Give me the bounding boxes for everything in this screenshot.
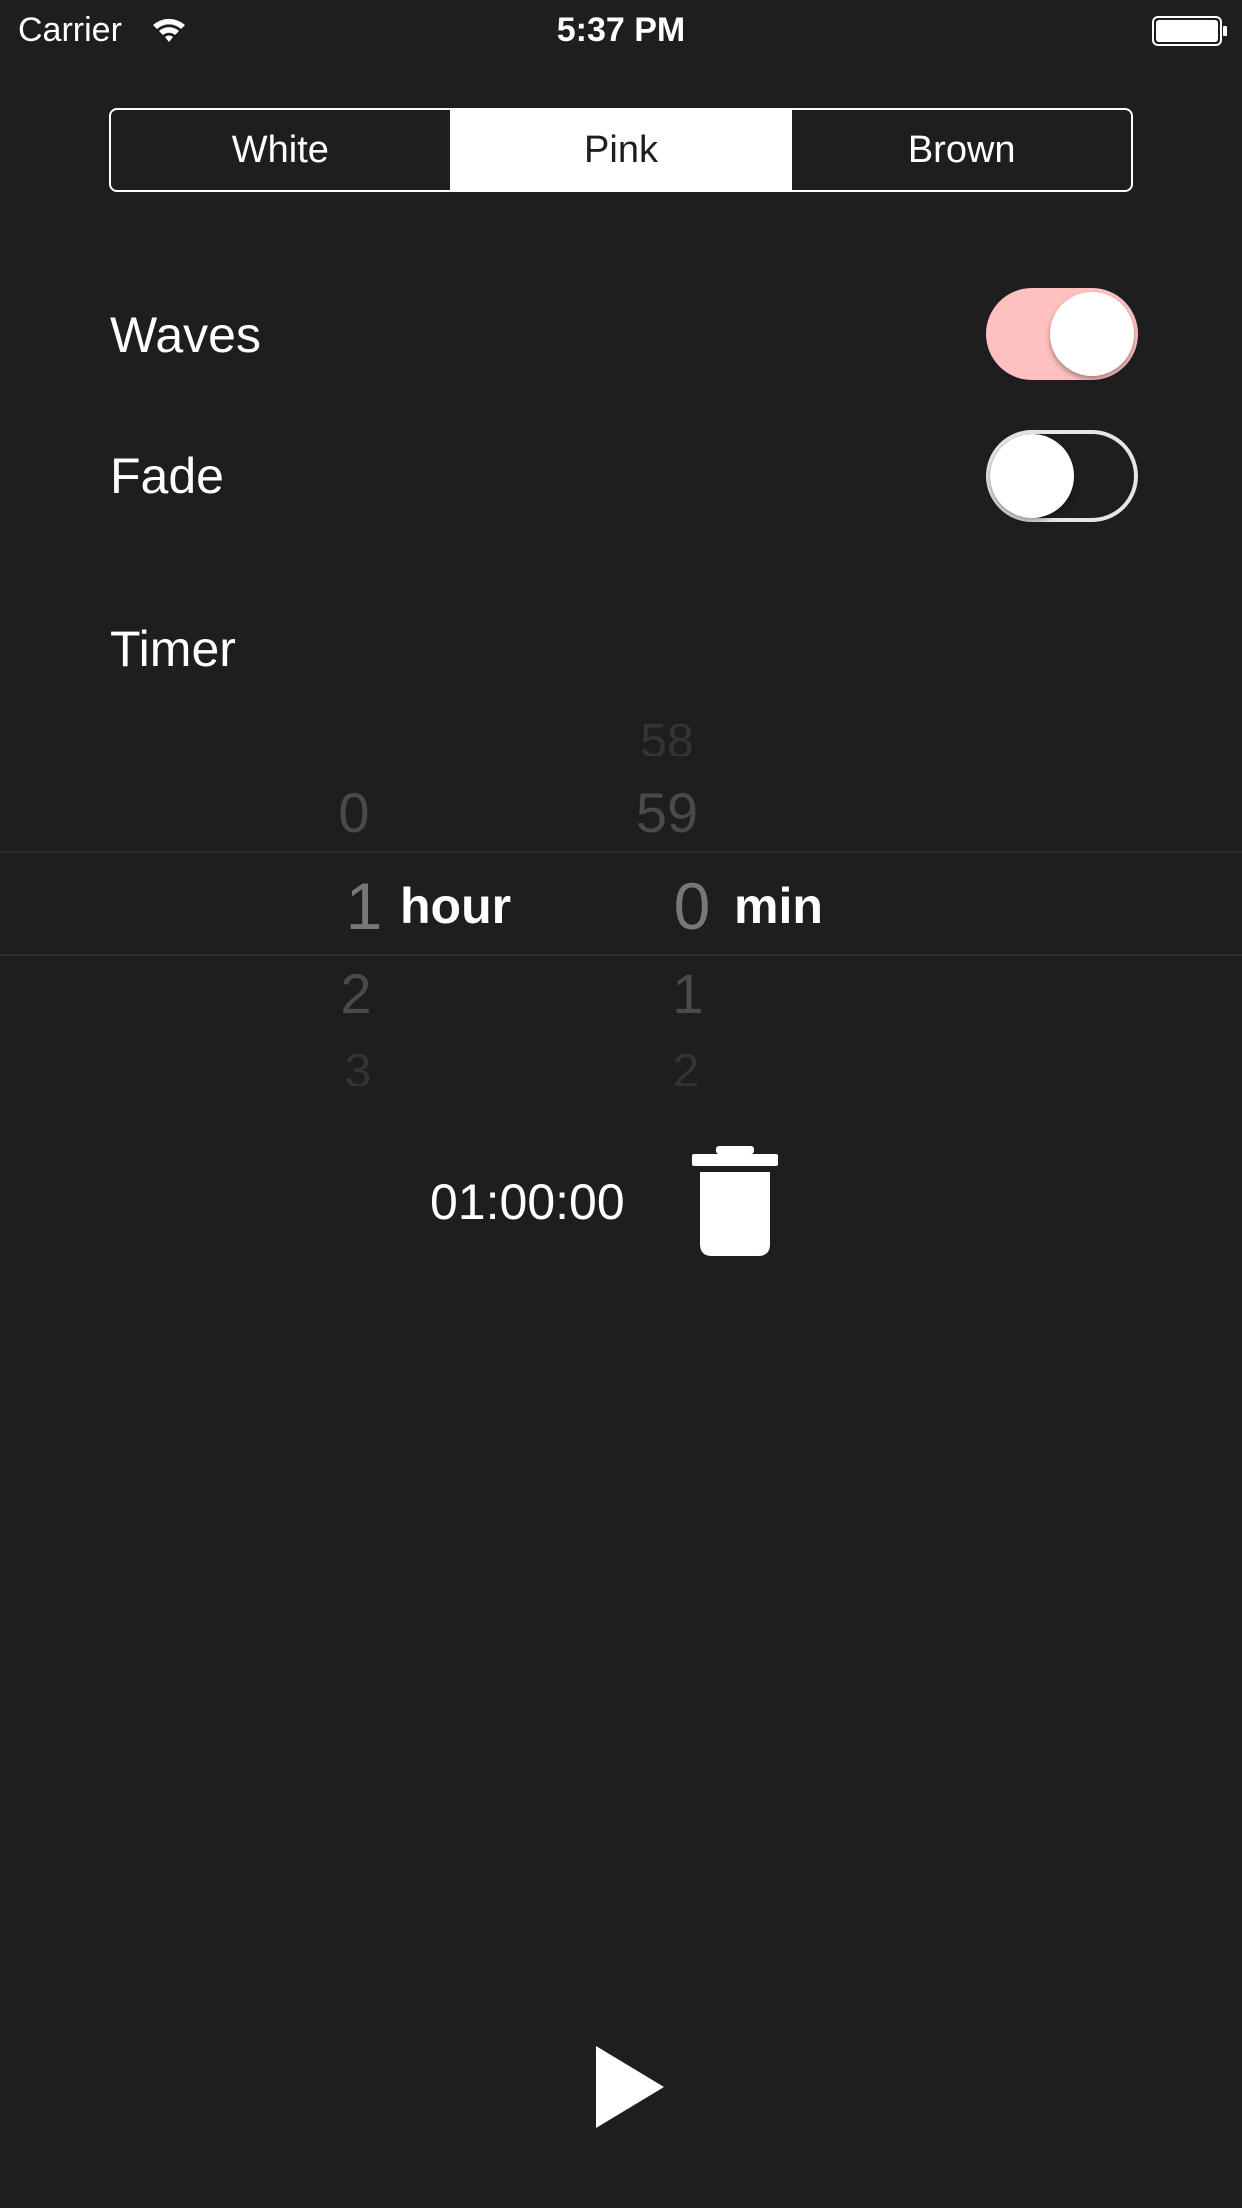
timer-label: Timer [110,621,236,677]
hours-option-below[interactable]: 2 [296,964,416,1024]
waves-label: Waves [110,307,261,363]
hours-unit-label: hour [400,878,512,934]
fade-toggle[interactable] [986,430,1138,522]
segment-pink[interactable]: Pink [449,110,791,190]
segment-brown[interactable]: Brown [790,110,1131,190]
picker-top-separator [0,851,1242,853]
waves-toggle-knob [1050,292,1134,376]
waves-toggle[interactable] [986,288,1138,380]
hours-option-above[interactable]: 0 [294,783,414,843]
status-time: 5:37 PM [556,11,686,49]
status-bar: Carrier 5:37 PM [0,0,1242,60]
minutes-unit-label: min [734,878,823,934]
fade-toggle-knob [990,434,1074,518]
noise-type-segmented-control: White Pink Brown [109,108,1133,192]
segment-white[interactable]: White [111,110,450,190]
fade-label: Fade [110,448,224,504]
trash-icon[interactable] [692,1146,778,1256]
timer-countdown: 01:00:00 [430,1174,625,1230]
picker-bottom-separator [0,954,1242,956]
play-icon[interactable] [594,2044,666,2130]
battery-icon [1152,16,1227,46]
minutes-option-above[interactable]: 59 [607,783,727,843]
minutes-option-below-far[interactable]: 2 [626,1052,746,1086]
minutes-option-above-far[interactable]: 58 [607,722,727,756]
minutes-option-below[interactable]: 1 [628,964,748,1024]
hours-option-below-far[interactable]: 3 [298,1052,418,1086]
